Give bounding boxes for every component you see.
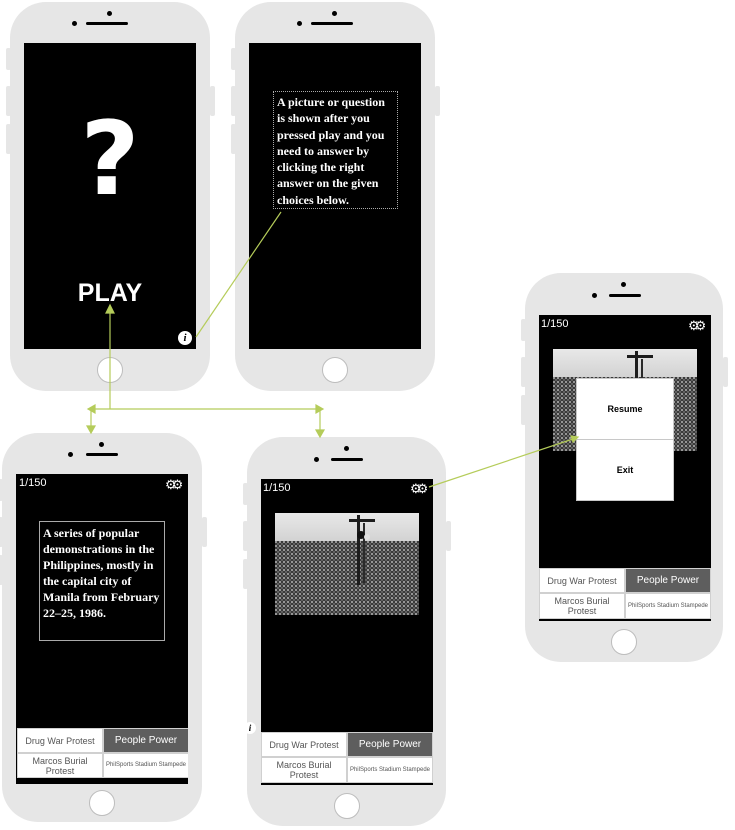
- home-button[interactable]: [97, 357, 123, 383]
- home-button[interactable]: [611, 629, 637, 655]
- screen: ? PLAY i: [24, 43, 196, 349]
- gears-icon[interactable]: ⚙⚙: [688, 319, 706, 332]
- phone-text-question: 1/150 ⚙⚙ A series of popular demonstrati…: [0, 433, 207, 822]
- side-button: [521, 357, 526, 387]
- choice-philsports-stadium-stampede[interactable]: PhilSports Stadium Stampede: [625, 593, 711, 619]
- answer-choices: Drug War Protest People Power Marcos Bur…: [261, 732, 433, 783]
- question-text: A series of popular demonstrations in th…: [43, 526, 160, 620]
- side-button: [0, 479, 3, 501]
- screen: 1/150 ⚙⚙: [539, 315, 711, 621]
- side-button: [6, 86, 11, 116]
- side-button: [243, 521, 248, 551]
- sensor: [314, 457, 319, 462]
- choice-marcos-burial-protest[interactable]: Marcos Burial Protest: [261, 757, 347, 783]
- side-button: [446, 521, 451, 551]
- phone-picture-question: i 1/150 ⚙⚙ Drug War Protest People Power…: [243, 437, 451, 826]
- side-button: [6, 124, 11, 154]
- answer-choices: Drug War Protest People Power Marcos Bur…: [17, 728, 188, 778]
- gears-icon[interactable]: ⚙⚙: [165, 478, 183, 491]
- side-button: [435, 86, 440, 116]
- protest-photo: [275, 513, 419, 615]
- play-button[interactable]: PLAY: [24, 279, 196, 307]
- speaker: [331, 458, 363, 461]
- phone-pause-menu: 1/150 ⚙⚙ Resume Exit Drug War Protest Pe…: [521, 273, 728, 662]
- speaker: [311, 22, 353, 25]
- phone-instructions: A picture or question is shown after you…: [231, 2, 440, 391]
- side-button: [231, 48, 236, 70]
- side-button: [6, 48, 11, 70]
- sensor: [297, 21, 302, 26]
- exit-button[interactable]: Exit: [576, 439, 674, 501]
- choice-marcos-burial-protest[interactable]: Marcos Burial Protest: [539, 593, 625, 619]
- choice-drug-war-protest[interactable]: Drug War Protest: [17, 728, 103, 753]
- screen: 1/150 ⚙⚙: [261, 479, 433, 785]
- screen: 1/150 ⚙⚙ A series of popular demonstrati…: [16, 474, 188, 784]
- sensor: [592, 293, 597, 298]
- answer-choices: Drug War Protest People Power Marcos Bur…: [539, 568, 711, 619]
- side-button: [210, 86, 215, 116]
- front-camera: [344, 446, 349, 451]
- instructions-box: A picture or question is shown after you…: [273, 91, 398, 209]
- side-button: [723, 357, 728, 387]
- info-icon[interactable]: i: [244, 722, 256, 734]
- question-counter: 1/150: [541, 318, 569, 330]
- side-button: [202, 517, 207, 547]
- choice-marcos-burial-protest[interactable]: Marcos Burial Protest: [17, 753, 103, 778]
- choice-philsports-stadium-stampede[interactable]: PhilSports Stadium Stampede: [103, 753, 188, 778]
- side-button: [243, 483, 248, 505]
- choice-people-power[interactable]: People Power: [347, 732, 433, 757]
- sensor: [72, 21, 77, 26]
- gears-icon[interactable]: ⚙⚙: [410, 482, 428, 495]
- speaker: [86, 22, 128, 25]
- resume-button[interactable]: Resume: [576, 378, 674, 440]
- choice-drug-war-protest[interactable]: Drug War Protest: [261, 732, 347, 757]
- sensor: [68, 452, 73, 457]
- question-counter: 1/150: [19, 477, 47, 489]
- side-button: [243, 559, 248, 589]
- screen: A picture or question is shown after you…: [249, 43, 421, 349]
- question-box: A series of popular demonstrations in th…: [39, 521, 165, 641]
- choice-drug-war-protest[interactable]: Drug War Protest: [539, 568, 625, 593]
- speaker: [609, 294, 641, 297]
- side-button: [231, 124, 236, 154]
- choice-philsports-stadium-stampede[interactable]: PhilSports Stadium Stampede: [347, 757, 433, 783]
- info-icon[interactable]: i: [178, 331, 192, 345]
- choice-people-power[interactable]: People Power: [103, 728, 188, 753]
- side-button: [521, 395, 526, 425]
- front-camera: [107, 11, 112, 16]
- question-counter: 1/150: [263, 482, 291, 494]
- speaker: [86, 453, 118, 456]
- front-camera: [332, 11, 337, 16]
- question-mark-icon: ?: [80, 100, 140, 219]
- choice-people-power[interactable]: People Power: [625, 568, 711, 593]
- home-button[interactable]: [89, 790, 115, 816]
- instructions-text: A picture or question is shown after you…: [277, 95, 385, 207]
- side-button: [0, 517, 3, 547]
- home-button[interactable]: [322, 357, 348, 383]
- side-button: [521, 319, 526, 341]
- side-button: [231, 86, 236, 116]
- front-camera: [621, 282, 626, 287]
- phone-splash: ? PLAY i: [6, 2, 215, 391]
- front-camera: [99, 442, 104, 447]
- home-button[interactable]: [334, 793, 360, 819]
- side-button: [0, 555, 3, 585]
